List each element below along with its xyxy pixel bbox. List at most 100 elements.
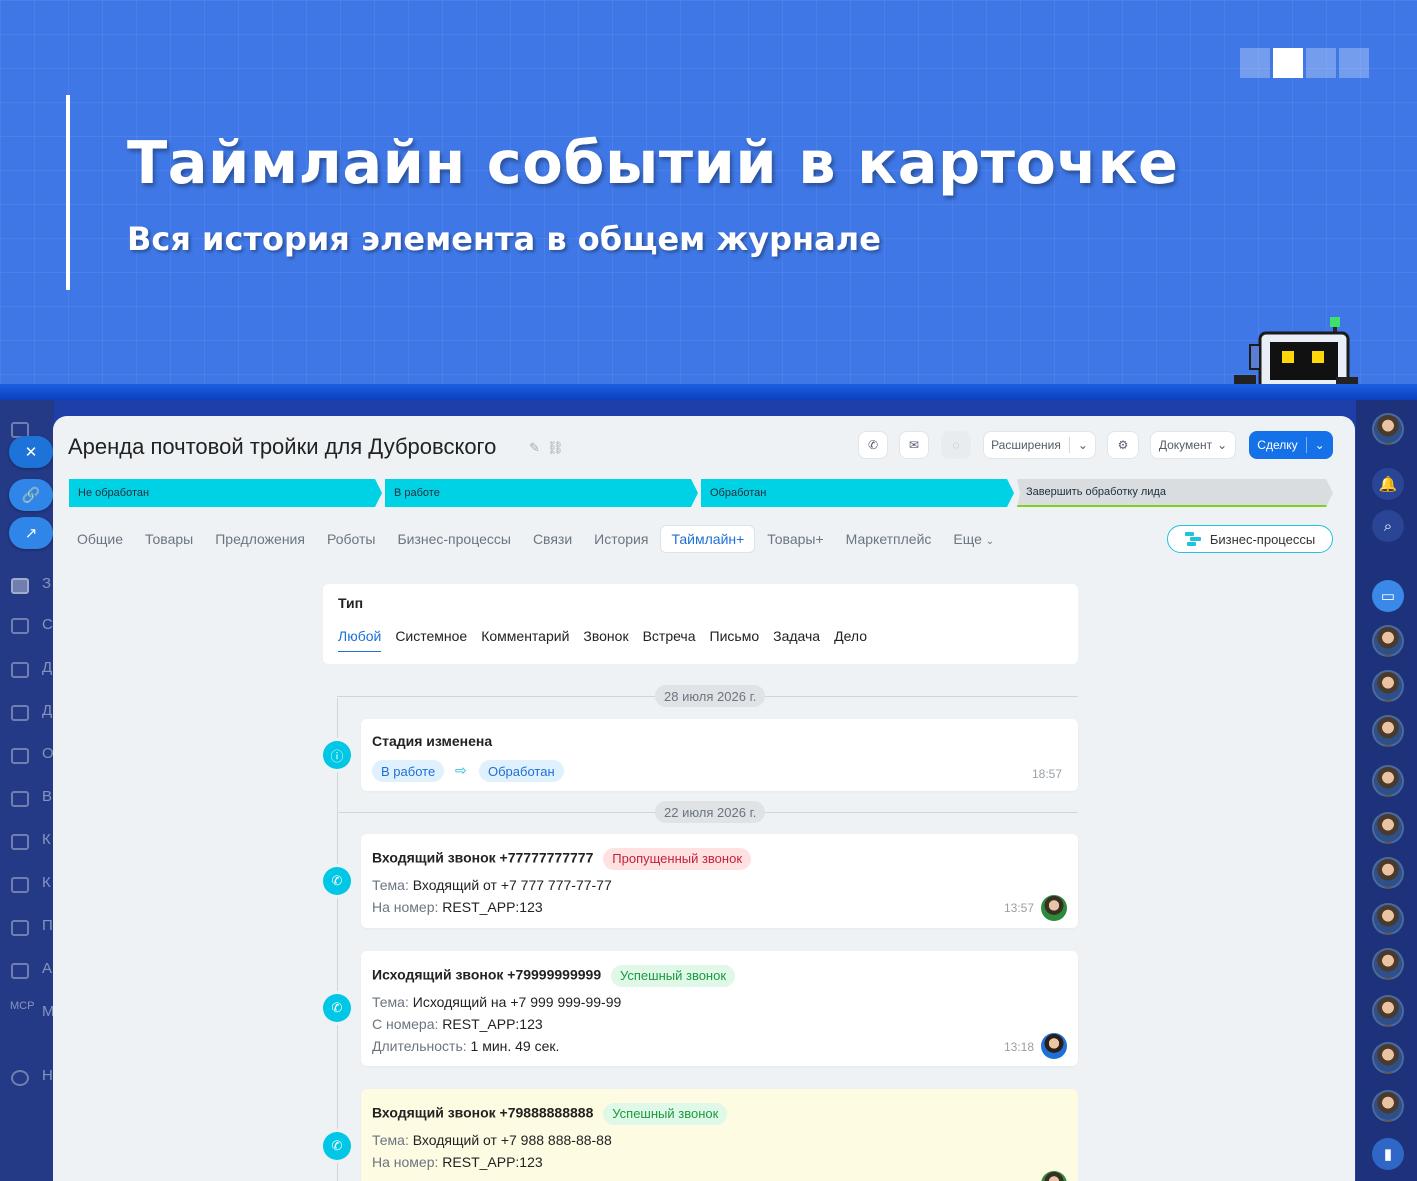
sidebar-item-label[interactable]: К [42, 874, 51, 891]
right-sidebar: 🔔 ⌕ ▭ ▮ [1356, 400, 1417, 1181]
settings-button[interactable]: ⚙ [1107, 431, 1139, 459]
document-label: Документ [1158, 438, 1213, 452]
pager-dot[interactable] [1339, 48, 1369, 78]
phone-call-icon: ✆ [323, 994, 351, 1022]
call-subject: Входящий от +7 777 777-77-77 [412, 877, 612, 893]
contact-avatar[interactable] [1372, 1042, 1404, 1074]
search-chat-icon[interactable]: ⌕ [1372, 510, 1404, 542]
promo-banner: Таймлайн событий в карточке Вся история … [0, 0, 1417, 400]
tab-robots[interactable]: Роботы [317, 526, 385, 552]
sidebar-item-label[interactable]: С [42, 616, 53, 633]
responsible-avatar[interactable] [1041, 1033, 1067, 1059]
edit-icon[interactable]: ✎ [529, 440, 540, 456]
stage-in-progress[interactable]: В работе [385, 479, 698, 507]
pen-icon[interactable] [11, 920, 29, 936]
sidebar-item-label[interactable]: К [42, 831, 51, 848]
tab-business-processes[interactable]: Бизнес-процессы [387, 526, 520, 552]
stage-not-processed[interactable]: Не обработан [69, 479, 382, 507]
tab-offers[interactable]: Предложения [205, 526, 315, 552]
filter-option-system[interactable]: Системное [395, 628, 467, 652]
tab-products-plus[interactable]: Товары+ [757, 526, 833, 552]
pager-dot[interactable] [1306, 48, 1336, 78]
contact-avatar[interactable] [1372, 765, 1404, 797]
tab-history[interactable]: История [584, 526, 658, 552]
responsible-avatar[interactable] [1041, 1171, 1067, 1181]
tab-timeline-plus[interactable]: Таймлайн+ [660, 525, 756, 553]
business-process-icon [1184, 532, 1201, 546]
sidebar-item-label[interactable]: О [42, 745, 54, 762]
bookmark-icon[interactable]: ▮ [1372, 1138, 1404, 1170]
contact-avatar[interactable] [1372, 1090, 1404, 1122]
mcp-label[interactable]: MCP [10, 1000, 34, 1012]
tab-links[interactable]: Связи [523, 526, 582, 552]
phone-icon: ✆ [867, 438, 879, 452]
contact-avatar[interactable] [1372, 903, 1404, 935]
contact-avatar[interactable] [1372, 670, 1404, 702]
filter-option-email[interactable]: Письмо [710, 628, 760, 652]
current-user-avatar[interactable] [1372, 413, 1404, 445]
stage-processed[interactable]: Обработан [701, 479, 1014, 507]
date-separator: 22 июля 2026 г. [337, 801, 1078, 823]
email-button[interactable]: ✉ [899, 431, 929, 459]
contact-avatar[interactable] [1372, 948, 1404, 980]
link-icon[interactable]: ⛓ [547, 440, 564, 456]
contact-avatar[interactable] [1372, 812, 1404, 844]
card-tabs: Общие Товары Предложения Роботы Бизнес-п… [67, 525, 1006, 553]
responsible-avatar[interactable] [1041, 895, 1067, 921]
sidebar-item-label[interactable]: Д [42, 659, 52, 676]
copy-link-button[interactable]: 🔗 [9, 479, 53, 511]
analytics-icon[interactable] [11, 791, 29, 807]
call-button[interactable]: ✆ [858, 431, 888, 459]
sidebar-item-label[interactable]: Д [42, 702, 52, 719]
tab-marketplace[interactable]: Маркетплейс [836, 526, 942, 552]
document-button[interactable]: Документ ⌄ [1150, 431, 1236, 459]
phone-call-icon: ✆ [323, 1132, 351, 1160]
chat-button[interactable]: ◌ [941, 431, 971, 459]
board-icon[interactable] [11, 705, 29, 721]
calendar-icon[interactable] [11, 748, 29, 764]
contact-avatar[interactable] [1372, 857, 1404, 889]
open-in-new-window-button[interactable]: ↗ [9, 517, 53, 549]
contact-avatar[interactable] [1372, 995, 1404, 1027]
business-processes-button[interactable]: Бизнес-процессы [1167, 525, 1333, 553]
bell-icon[interactable]: 🔔 [1372, 468, 1404, 500]
contact-avatar[interactable] [1372, 625, 1404, 657]
filter-option-task[interactable]: Задача [773, 628, 820, 652]
pager-dot[interactable] [1240, 48, 1270, 78]
chat-icon[interactable]: ▭ [1372, 580, 1404, 612]
crm-icon[interactable] [11, 618, 29, 634]
tab-general[interactable]: Общие [67, 526, 133, 552]
gear-icon[interactable] [11, 1070, 29, 1086]
field-key: На номер: [372, 899, 439, 915]
filter-label: Тип [338, 595, 364, 611]
contact-avatar[interactable] [1372, 715, 1404, 747]
filter-option-call[interactable]: Звонок [583, 628, 628, 652]
filter-option-meeting[interactable]: Встреча [643, 628, 696, 652]
stage-finish-processing[interactable]: Завершить обработку лида [1017, 479, 1333, 507]
sidebar-item-label[interactable]: З [42, 575, 51, 592]
sidebar-item-label[interactable]: Н [42, 1067, 53, 1084]
filter-option-comment[interactable]: Комментарий [481, 628, 569, 652]
call-number: REST_APP:123 [442, 899, 543, 915]
sidebar-item-label[interactable]: А [42, 960, 52, 977]
sidebar-item-label[interactable]: В [42, 788, 52, 805]
tasks-icon[interactable] [11, 578, 29, 594]
extensions-button[interactable]: Расширения ⌄ [983, 431, 1096, 459]
create-deal-button[interactable]: Сделку ⌄ [1249, 431, 1333, 459]
pager-dot-active[interactable] [1273, 48, 1303, 78]
mail-icon: ✉ [908, 438, 920, 452]
close-slider-button[interactable]: ✕ [9, 436, 53, 468]
sidebar-item-label[interactable]: П [42, 917, 53, 934]
tab-more[interactable]: Еще ⌄ [943, 526, 1004, 552]
tab-products[interactable]: Товары [135, 526, 203, 552]
robot-icon[interactable] [11, 963, 29, 979]
settings-hex-icon[interactable] [11, 834, 29, 850]
filter-option-activity[interactable]: Дело [834, 628, 867, 652]
call-subject: Исходящий на +7 999 999-99-99 [412, 994, 622, 1010]
edit-doc-icon[interactable] [11, 877, 29, 893]
gear-icon: ⚙ [1117, 438, 1129, 452]
call-duration: 1 мин. 49 сек. [470, 1038, 560, 1054]
timeline-item-call: Входящий звонок +79888888888 Успешный зв… [361, 1089, 1078, 1181]
filter-option-any[interactable]: Любой [338, 628, 382, 652]
docs-icon[interactable] [11, 662, 29, 678]
